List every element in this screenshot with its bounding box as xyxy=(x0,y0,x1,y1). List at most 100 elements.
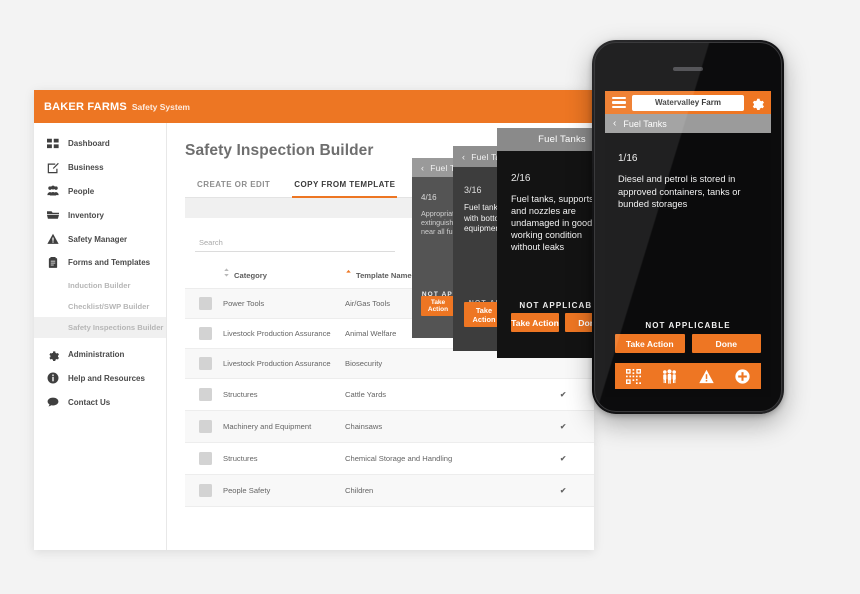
row-checkbox-cell[interactable] xyxy=(185,442,223,475)
brand-tagline: Safety System xyxy=(131,101,190,112)
row-checkbox-cell[interactable] xyxy=(185,410,223,443)
header-select-all[interactable] xyxy=(185,261,223,289)
sidebar-sublabel: Safety Inspections Builder xyxy=(68,322,164,332)
row-checkbox[interactable] xyxy=(199,420,212,433)
folder-icon xyxy=(47,209,59,221)
phone-action-buttons: Take Action Done xyxy=(615,334,761,353)
sidebar-sublabel: Checklist/SWP Builder xyxy=(68,301,150,311)
table-row[interactable]: People Safety Children ✔ View xyxy=(185,474,594,507)
qr-code-icon[interactable] xyxy=(625,368,641,384)
take-action-button[interactable]: Take Action xyxy=(615,334,685,353)
edit-square-icon xyxy=(47,162,59,174)
row-checkbox[interactable] xyxy=(199,452,212,465)
row-category: Power Tools xyxy=(223,288,345,319)
sidebar: Dashboard Business People Inventory Safe… xyxy=(34,123,167,550)
sidebar-subitem-checklist-swp-builder[interactable]: Checklist/SWP Builder xyxy=(34,296,166,317)
phone-bottom-toolbar xyxy=(615,363,761,389)
phone-question-area: 1/16 Diesel and petrol is stored in appr… xyxy=(605,133,771,211)
gear-icon[interactable] xyxy=(750,96,764,110)
sort-both-icon xyxy=(223,268,230,279)
chevron-left-icon[interactable]: ‹ xyxy=(613,118,616,129)
hamburger-icon[interactable] xyxy=(612,96,626,109)
row-checkbox[interactable] xyxy=(199,357,212,370)
sidebar-item-people[interactable]: People xyxy=(34,180,166,204)
warning-triangle-icon[interactable] xyxy=(699,369,714,384)
row-checkbox[interactable] xyxy=(199,297,212,310)
sidebar-label: Business xyxy=(68,163,104,173)
sidebar-item-contact-us[interactable]: Contact Us xyxy=(34,390,166,414)
sidebar-subitem-induction-builder[interactable]: Induction Builder xyxy=(34,275,166,296)
row-checkbox[interactable] xyxy=(199,484,212,497)
row-checkbox-cell[interactable] xyxy=(185,378,223,411)
phone-speaker xyxy=(673,67,703,71)
row-template: Cattle Yards xyxy=(345,378,560,411)
row-category: Structures xyxy=(223,442,345,475)
phone-mockup: Watervalley Farm ‹ Fuel Tanks 1/16 Diese… xyxy=(592,40,784,414)
row-checkbox[interactable] xyxy=(199,327,212,340)
phone-app-header: Watervalley Farm xyxy=(605,91,771,114)
clipboard-icon xyxy=(47,256,59,269)
sidebar-label: Administration xyxy=(68,350,125,360)
row-checkbox[interactable] xyxy=(199,388,212,401)
grid-icon xyxy=(47,138,59,150)
sidebar-subitem-safety-inspections-builder[interactable]: Safety Inspections Builder xyxy=(34,316,166,338)
info-icon xyxy=(47,372,59,384)
row-status: ✔ xyxy=(560,378,594,411)
phone-question-index: 1/16 xyxy=(618,153,638,164)
header-category-label: Category xyxy=(234,271,267,280)
row-checkbox-cell[interactable] xyxy=(185,474,223,507)
row-template: Chemical Storage and Handling xyxy=(345,442,560,475)
row-template: Children xyxy=(345,474,560,507)
screenshot-stage: BAKER FARMS Safety System Dashboard Busi… xyxy=(0,0,860,594)
sidebar-label: Safety Manager xyxy=(68,234,128,244)
table-row[interactable]: Structures Cattle Yards ✔ View xyxy=(185,378,594,411)
sort-asc-icon xyxy=(345,268,352,279)
row-category: Livestock Production Assurance xyxy=(223,348,345,379)
warning-triangle-icon xyxy=(47,233,59,245)
row-checkbox-cell[interactable] xyxy=(185,288,223,319)
row-checkbox-cell[interactable] xyxy=(185,318,223,349)
sidebar-item-business[interactable]: Business xyxy=(34,156,166,180)
row-category: Structures xyxy=(223,378,345,411)
search-input[interactable] xyxy=(195,235,395,252)
people-icon[interactable] xyxy=(662,368,677,384)
tab-copy-from-template[interactable]: COPY FROM TEMPLATE xyxy=(292,176,398,198)
sidebar-sublabel: Induction Builder xyxy=(68,280,131,290)
sidebar-item-forms-and-templates[interactable]: Forms and Templates xyxy=(34,251,166,275)
plus-circle-icon[interactable] xyxy=(735,368,750,384)
row-checkbox-cell[interactable] xyxy=(185,348,223,379)
farm-selector[interactable]: Watervalley Farm xyxy=(632,94,744,111)
row-status: ✔ xyxy=(560,410,594,443)
header-category[interactable]: Category xyxy=(223,261,345,289)
take-action-button[interactable]: Take Action xyxy=(511,313,559,332)
sidebar-item-inventory[interactable]: Inventory xyxy=(34,203,166,227)
take-action-button[interactable]: Take Action xyxy=(421,296,455,316)
sidebar-label: Forms and Templates xyxy=(68,258,151,268)
header-template-label: Template Name xyxy=(356,271,412,280)
phone-section-title: Fuel Tanks xyxy=(623,118,667,129)
sidebar-item-help-and-resources[interactable]: Help and Resources xyxy=(34,367,166,391)
brand-name: BAKER FARMS xyxy=(44,100,127,113)
table-row[interactable]: Machinery and Equipment Chainsaws ✔ View xyxy=(185,410,594,443)
table-row[interactable]: Structures Chemical Storage and Handling… xyxy=(185,442,594,475)
chat-icon xyxy=(47,396,59,408)
phone-body: Watervalley Farm ‹ Fuel Tanks 1/16 Diese… xyxy=(594,42,782,412)
sidebar-item-dashboard[interactable]: Dashboard xyxy=(34,132,166,156)
tab-create-or-edit[interactable]: CREATE OR EDIT xyxy=(195,176,272,198)
sidebar-label: Dashboard xyxy=(68,139,110,149)
chevron-left-icon[interactable]: ‹ xyxy=(462,152,465,162)
row-category: Livestock Production Assurance xyxy=(223,318,345,349)
row-category: Machinery and Equipment xyxy=(223,410,345,443)
sidebar-label: People xyxy=(68,186,95,196)
card-title: Fuel Tanks xyxy=(538,134,586,145)
chevron-left-icon[interactable]: ‹ xyxy=(421,163,424,173)
gear-icon xyxy=(47,349,59,361)
row-status: ✔ xyxy=(560,442,594,475)
phone-section-bar: ‹ Fuel Tanks xyxy=(605,114,771,133)
done-button[interactable]: Done xyxy=(691,334,761,353)
row-category: People Safety xyxy=(223,474,345,507)
phone-question-text: Diesel and petrol is stored in approved … xyxy=(618,174,741,209)
sidebar-item-safety-manager[interactable]: Safety Manager xyxy=(34,227,166,251)
sidebar-label: Help and Resources xyxy=(68,373,145,383)
sidebar-item-administration[interactable]: Administration xyxy=(34,343,166,367)
